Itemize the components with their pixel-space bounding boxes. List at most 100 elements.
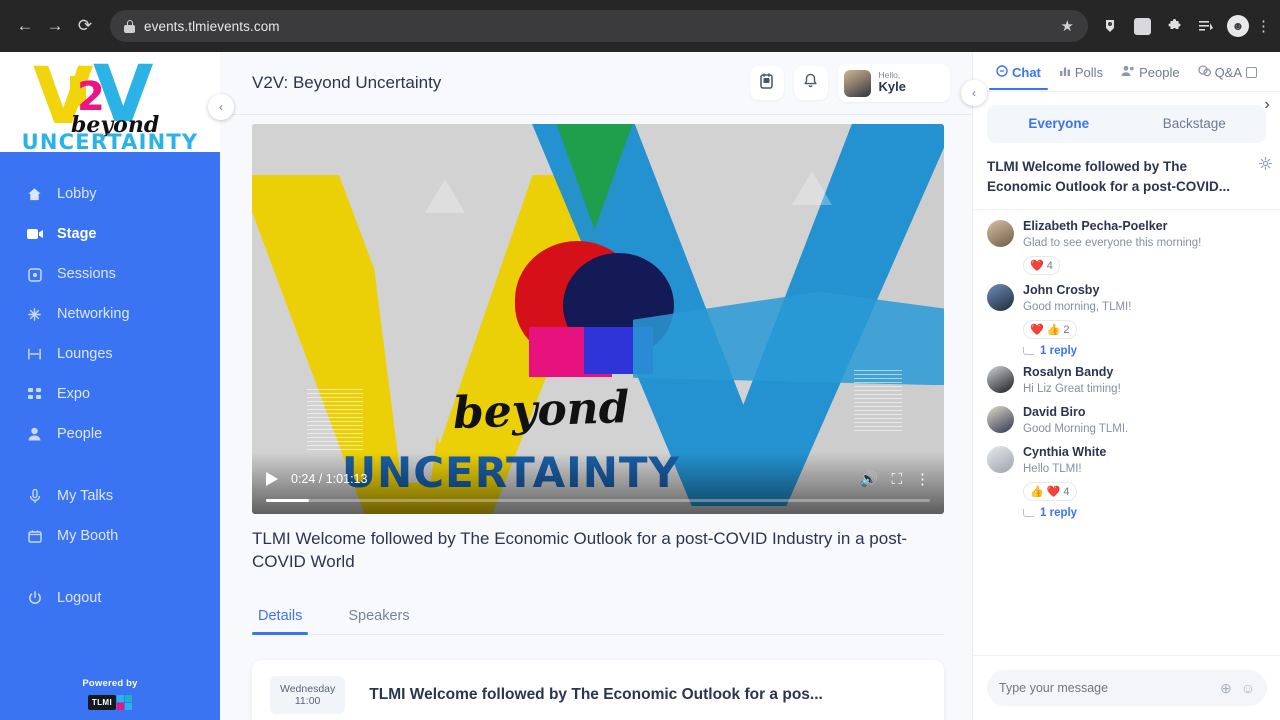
extensions-puzzle-icon[interactable]: [1160, 12, 1188, 40]
browser-menu-icon[interactable]: ⋮: [1256, 17, 1271, 35]
video-timestamp: 0:24 / 1:01:13: [291, 472, 368, 486]
networking-icon: [26, 306, 43, 323]
message-replies-link[interactable]: 1 reply: [1023, 345, 1270, 357]
home-icon: [26, 186, 43, 203]
replies-label: 1 reply: [1040, 507, 1078, 520]
sidebar-label-lobby: Lobby: [57, 186, 97, 202]
message-author: Rosalyn Bandy: [1023, 365, 1114, 380]
art-halftone-right: [854, 369, 903, 433]
message-author: Elizabeth Pecha-Poelker: [1023, 219, 1168, 234]
reaction-count: 4: [1046, 259, 1053, 272]
play-button[interactable]: [266, 472, 278, 486]
reaction-chip[interactable]: 👍 ❤️ 4: [1023, 482, 1077, 502]
profile-avatar-icon[interactable]: ☻: [1224, 12, 1252, 40]
reaction-chip[interactable]: ❤️ 4: [1023, 256, 1060, 276]
calendar-icon: [759, 72, 774, 94]
emoji-icon[interactable]: ☺: [1241, 680, 1255, 696]
bookmark-star-icon[interactable]: ★: [1061, 17, 1074, 35]
tlmi-logo: TLMI: [87, 695, 133, 710]
sidebar-footer: Powered by TLMI: [0, 678, 220, 710]
tabs-divider: [987, 91, 1280, 92]
chat-collapse-button[interactable]: ‹: [961, 80, 987, 106]
notifications-button[interactable]: [793, 66, 828, 100]
lounges-icon: [26, 346, 43, 363]
sidebar-collapse-button[interactable]: ‹: [208, 94, 234, 120]
tab-qa[interactable]: Q&A: [1189, 65, 1266, 89]
session-time: 11:00: [294, 694, 321, 707]
video-player[interactable]: beyond UNCERTAINTY 0:24 / 1:01:13 🔊 ⛶ ⋮: [252, 124, 944, 514]
reload-button[interactable]: ⟳: [70, 11, 100, 41]
sidebar-item-logout[interactable]: Logout: [0, 578, 220, 618]
tab-details[interactable]: Details: [252, 604, 309, 635]
fullscreen-icon[interactable]: ⛶: [891, 471, 902, 488]
extension-icon-2[interactable]: [1128, 12, 1156, 40]
sidebar-label-my-talks: My Talks: [57, 488, 114, 504]
message-text: Good morning, TLMI!: [1023, 301, 1132, 314]
sidebar-item-people[interactable]: People: [0, 414, 220, 454]
reading-list-icon[interactable]: [1192, 12, 1220, 40]
user-menu[interactable]: Hello, Kyle: [837, 64, 950, 102]
chat-topic-header: TLMI Welcome followed by The Economic Ou…: [973, 143, 1280, 211]
message-replies-link[interactable]: 1 reply: [1023, 507, 1270, 519]
chevron-left-icon: ‹: [972, 86, 976, 100]
agenda-calendar-button[interactable]: [749, 66, 784, 100]
avatar: [987, 220, 1014, 248]
message-input-wrapper[interactable]: ⊕ ☺: [987, 670, 1267, 706]
reaction-chip[interactable]: ❤️ 👍 2: [1023, 320, 1077, 340]
sidebar-label-lounges: Lounges: [57, 346, 113, 362]
main-content: V2V: Beyond Uncertainty Hello, Kyle beyo…: [220, 52, 972, 720]
art-outline-triangle-1: [425, 178, 465, 213]
lock-icon: [124, 19, 135, 33]
message-author: Cynthia White: [1023, 445, 1107, 460]
message-author: David Biro: [1023, 405, 1086, 420]
sidebar-item-sessions[interactable]: Sessions: [0, 254, 220, 294]
sidebar-item-networking[interactable]: Networking: [0, 294, 220, 334]
address-bar[interactable]: events.tlmievents.com ★: [110, 10, 1088, 42]
video-progress-bar[interactable]: [266, 499, 930, 502]
tab-polls[interactable]: Polls: [1050, 65, 1112, 89]
tab-speakers[interactable]: Speakers: [342, 604, 415, 634]
reaction-count: 2: [1063, 323, 1070, 336]
bell-icon: [803, 73, 818, 94]
video-overlay-beyond: beyond: [451, 382, 630, 440]
sidebar-item-expo[interactable]: Expo: [0, 374, 220, 414]
message-input[interactable]: [999, 681, 1211, 695]
attach-plus-icon[interactable]: ⊕: [1220, 680, 1232, 697]
tab-people[interactable]: People: [1112, 65, 1188, 89]
session-tabs: Details Speakers: [252, 604, 944, 635]
chat-topic-text: TLMI Welcome followed by The Economic Ou…: [987, 159, 1231, 194]
sidebar-label-networking: Networking: [57, 306, 130, 322]
chat-expand-button[interactable]: ›: [1256, 94, 1278, 116]
forward-button[interactable]: →: [40, 11, 70, 41]
sidebar-item-stage[interactable]: Stage: [0, 214, 220, 254]
stage-icon: [26, 226, 43, 243]
extension-icon-1[interactable]: [1096, 12, 1124, 40]
sidebar-item-lobby[interactable]: Lobby: [0, 174, 220, 214]
sessions-icon: [26, 266, 43, 283]
sidebar-item-lounges[interactable]: Lounges: [0, 334, 220, 374]
tab-chat[interactable]: Chat: [987, 65, 1050, 90]
reaction-count: 4: [1063, 485, 1070, 498]
qa-icon: [1197, 65, 1211, 80]
sidebar-label-logout: Logout: [57, 590, 102, 606]
video-menu-icon[interactable]: ⋮: [915, 470, 930, 488]
session-card[interactable]: Wednesday 11:00 TLMI Welcome followed by…: [252, 659, 944, 720]
page-title: V2V: Beyond Uncertainty: [252, 73, 442, 92]
volume-icon[interactable]: 🔊: [860, 470, 879, 488]
segment-backstage[interactable]: Backstage: [1127, 109, 1263, 139]
main-header: V2V: Beyond Uncertainty Hello, Kyle: [220, 52, 972, 115]
header-actions: Hello, Kyle: [749, 64, 950, 102]
session-date-badge: Wednesday 11:00: [270, 675, 346, 714]
chat-message: Rosalyn Bandy Hi Liz Great timing!: [987, 364, 1270, 397]
sidebar-item-my-booth[interactable]: My Booth: [0, 516, 220, 556]
replies-label: 1 reply: [1040, 345, 1078, 358]
back-button[interactable]: ←: [10, 11, 40, 41]
reply-arrow-icon: [1023, 347, 1034, 356]
expo-grid-icon: [26, 386, 43, 403]
segment-everyone[interactable]: Everyone: [991, 109, 1127, 139]
session-card-title: TLMI Welcome followed by The Economic Ou…: [369, 685, 823, 703]
gear-icon[interactable]: [1259, 157, 1272, 170]
sidebar-item-my-talks[interactable]: My Talks: [0, 476, 220, 516]
tlmi-logo-blocks: [117, 695, 133, 710]
